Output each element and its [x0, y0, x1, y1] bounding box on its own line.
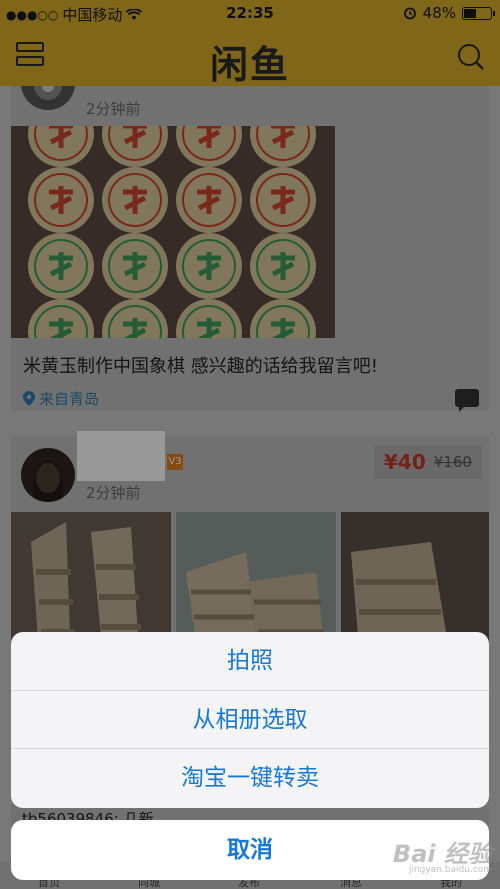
take-photo-button[interactable]: 拍照: [11, 632, 489, 691]
choose-from-album-button[interactable]: 从相册选取: [11, 691, 489, 750]
action-sheet: 拍照 从相册选取 淘宝一键转卖: [11, 632, 489, 809]
baidu-watermark: Bai 经验 jingyan.baidu.com: [393, 834, 492, 875]
taobao-resell-button[interactable]: 淘宝一键转卖: [11, 749, 489, 808]
watermark-main: Bai 经验: [392, 840, 492, 868]
